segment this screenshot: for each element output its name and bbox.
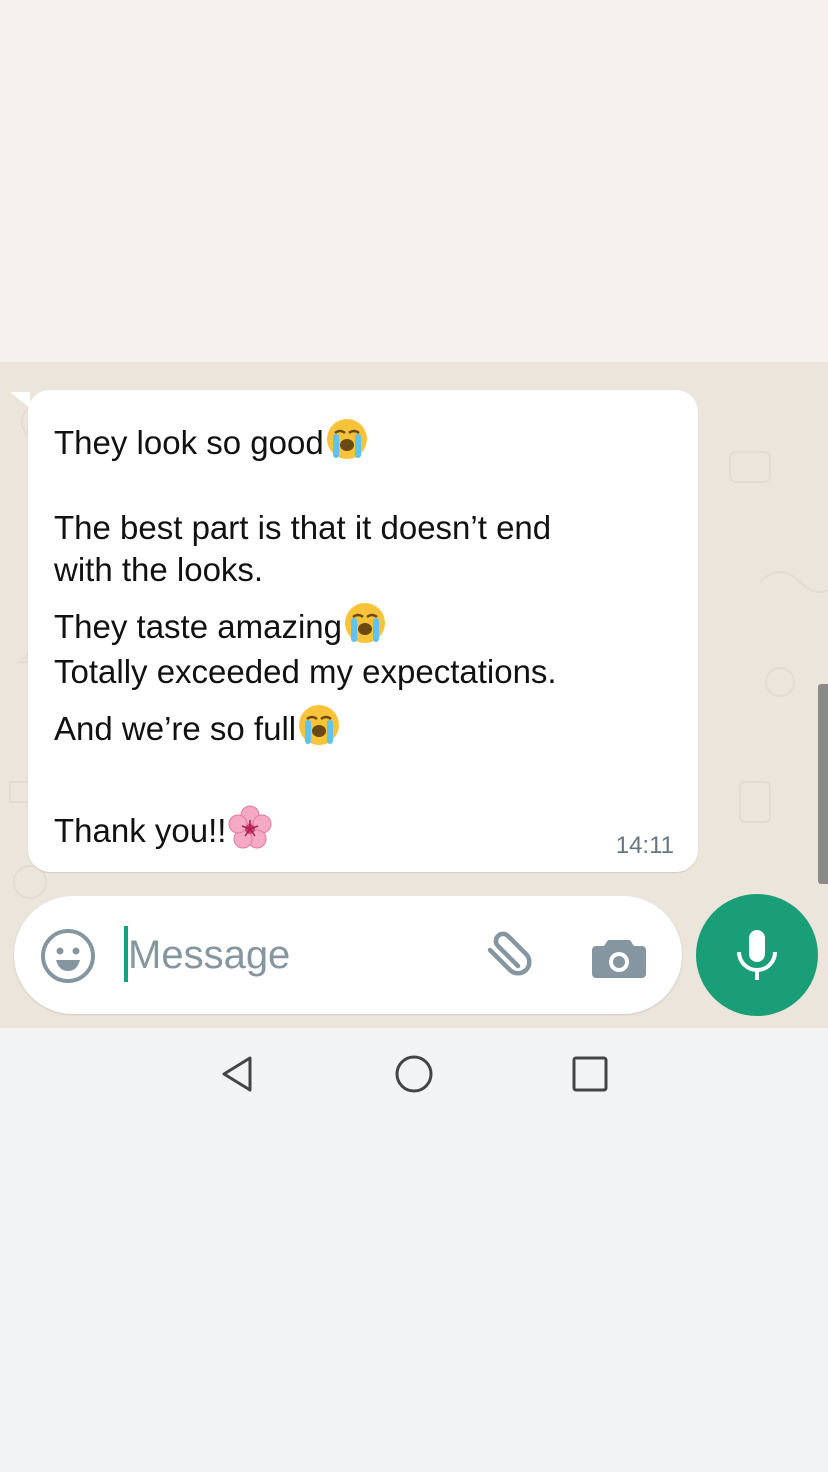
incoming-message-bubble[interactable]: They look so good The best part is that … <box>28 390 698 872</box>
crying-face-emoji-icon <box>296 702 342 748</box>
message-line-1: They look so good <box>54 416 370 463</box>
cherry-blossom-emoji-icon <box>226 804 274 852</box>
bottom-blank-area <box>0 1118 828 1472</box>
scroll-indicator[interactable] <box>818 684 828 884</box>
top-blank-area <box>0 0 828 362</box>
message-line-3: with the looks. <box>54 551 264 588</box>
message-line-5: Totally exceeded my expectations. <box>54 653 557 690</box>
emoji-smiley-icon[interactable] <box>40 928 96 984</box>
microphone-icon[interactable] <box>696 894 818 1016</box>
paperclip-icon[interactable] <box>474 926 538 990</box>
camera-icon[interactable] <box>588 926 650 988</box>
crying-face-emoji-icon <box>342 600 388 646</box>
message-input[interactable] <box>128 922 468 988</box>
recents-square-icon[interactable] <box>566 1050 614 1098</box>
message-timestamp: 14:11 <box>615 832 674 859</box>
bubble-tail <box>10 392 30 408</box>
message-line-2: The best part is that it doesn’t end <box>54 509 552 546</box>
crying-face-emoji-icon <box>324 416 370 462</box>
message-line-7: Thank you!! <box>54 804 274 852</box>
system-navigation-bar <box>0 1028 828 1118</box>
back-triangle-icon[interactable] <box>214 1050 262 1098</box>
chat-area: They look so good The best part is that … <box>0 362 828 1028</box>
message-line-6: And we’re so full <box>54 702 342 749</box>
message-composer <box>14 896 682 1014</box>
message-line-4: They taste amazing <box>54 600 388 647</box>
home-circle-icon[interactable] <box>390 1050 438 1098</box>
